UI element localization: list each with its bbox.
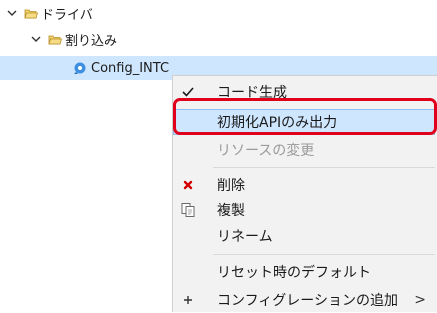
menu-item-add-configuration[interactable]: コンフィグレーションの追加 > xyxy=(173,287,437,313)
menu-item-label: 複製 xyxy=(217,203,245,219)
menu-item-change-resource[interactable]: リソースの変更 xyxy=(173,137,437,163)
menu-item-label: 削除 xyxy=(217,178,245,194)
chevron-down-icon[interactable] xyxy=(30,33,42,45)
copy-icon xyxy=(179,201,197,219)
tree-item-label: 割り込み xyxy=(65,33,118,49)
menu-item-label: リネーム xyxy=(217,229,273,245)
menu-item-duplicate[interactable]: 複製 xyxy=(173,197,437,223)
config-component-icon xyxy=(74,62,86,74)
delete-x-icon xyxy=(179,176,197,194)
menu-item-label: リソースの変更 xyxy=(217,143,315,159)
tree-item-interrupt[interactable]: 割り込み xyxy=(30,28,117,50)
menu-item-rename[interactable]: リネーム xyxy=(173,223,437,249)
tree-item-label: Config_INTC xyxy=(91,60,170,76)
chevron-down-icon[interactable] xyxy=(6,7,18,19)
menu-separator xyxy=(213,167,435,168)
menu-item-label: リセット時のデフォルト xyxy=(217,265,371,281)
submenu-arrow-icon: > xyxy=(414,292,426,308)
tree-item-driver[interactable]: ドライバ xyxy=(6,2,93,24)
plus-icon xyxy=(179,291,197,309)
callout-highlight-box xyxy=(173,98,437,135)
menu-item-delete[interactable]: 削除 xyxy=(173,172,437,198)
menu-item-reset-default[interactable]: リセット時のデフォルト xyxy=(173,259,437,285)
tree-item-label: ドライバ xyxy=(41,7,93,23)
menu-item-label: コンフィグレーションの追加 xyxy=(217,293,399,309)
folder-open-icon xyxy=(48,35,62,44)
menu-separator xyxy=(213,254,435,255)
folder-open-icon xyxy=(24,9,38,18)
